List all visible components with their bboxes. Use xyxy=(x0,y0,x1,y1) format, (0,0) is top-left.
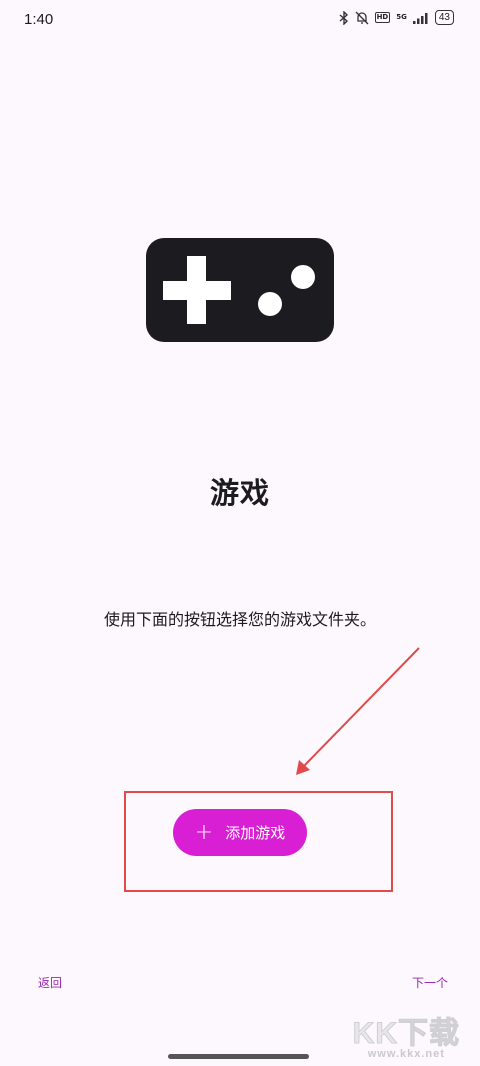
gamepad-icon xyxy=(146,238,334,342)
signal-icon xyxy=(412,12,429,24)
add-game-label: 添加游戏 xyxy=(225,824,286,842)
status-bar: 1:40 HD 5G 43 xyxy=(0,0,480,40)
add-game-button[interactable]: + 添加游戏 xyxy=(173,809,307,856)
home-indicator[interactable] xyxy=(168,1054,309,1059)
status-time: 1:40 xyxy=(24,11,54,28)
bluetooth-icon xyxy=(339,10,349,25)
watermark-url: www.kkx.net xyxy=(367,1048,445,1060)
bell-off-icon xyxy=(355,11,369,25)
battery-indicator: 43 xyxy=(434,10,454,25)
watermark-logo: KK下载 www.kkx.net xyxy=(352,1008,460,1061)
plus-icon: + xyxy=(194,819,214,845)
hd-badge: HD xyxy=(374,12,391,23)
network-type: 5G xyxy=(396,13,407,21)
annotation-arrow xyxy=(296,647,420,775)
status-icons: HD 5G 43 xyxy=(339,10,454,25)
next-button[interactable]: 下一个 xyxy=(412,974,448,991)
page-description: 使用下面的按钮选择您的游戏文件夹。 xyxy=(103,610,376,629)
back-button[interactable]: 返回 xyxy=(38,974,62,991)
watermark-main: KK下载 xyxy=(352,1017,460,1051)
page-title: 游戏 xyxy=(209,476,270,510)
